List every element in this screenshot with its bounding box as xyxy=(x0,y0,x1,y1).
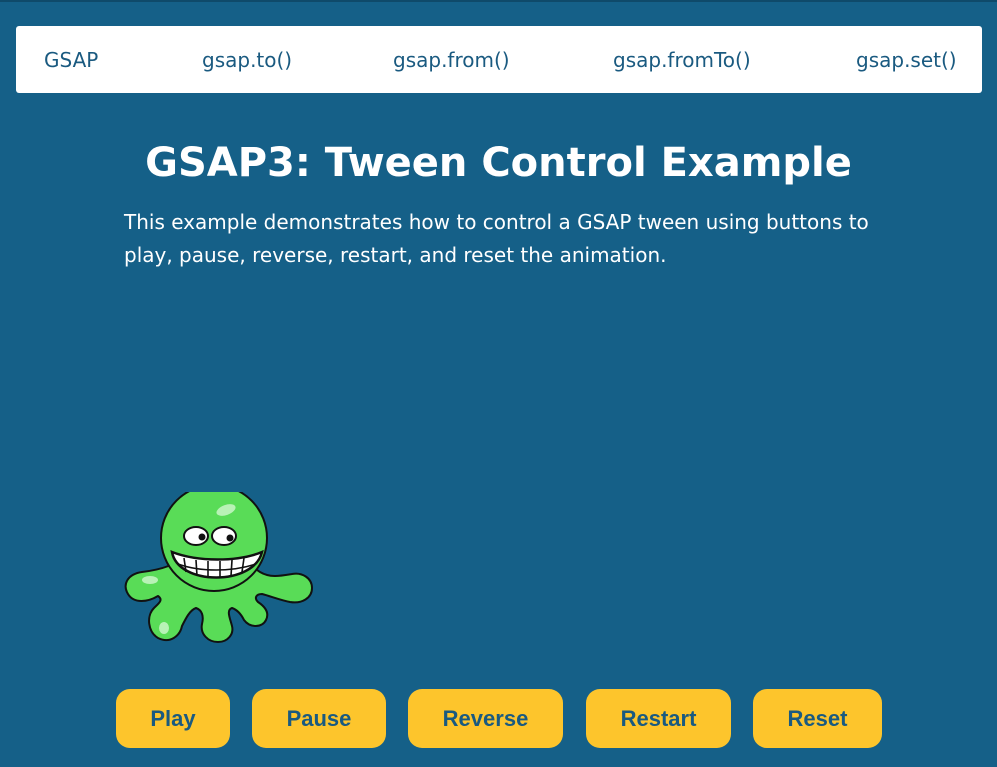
nav-link-gsap-fromto[interactable]: gsap.fromTo() xyxy=(613,48,751,72)
page-title: GSAP3: Tween Control Example xyxy=(145,140,852,186)
page-description: This example demonstrates how to control… xyxy=(124,210,869,267)
nav-link-gsap-from[interactable]: gsap.from() xyxy=(393,48,510,72)
play-button[interactable]: Play xyxy=(116,689,230,748)
pause-button[interactable]: Pause xyxy=(252,689,386,748)
green-octopus-icon xyxy=(124,492,313,643)
nav-brand-link[interactable]: GSAP xyxy=(44,48,98,72)
restart-button[interactable]: Restart xyxy=(586,689,731,748)
reverse-button[interactable]: Reverse xyxy=(408,689,563,748)
reset-button[interactable]: Reset xyxy=(753,689,882,748)
top-navigation-bar: GSAP gsap.to() gsap.from() gsap.fromTo()… xyxy=(16,26,982,93)
window-top-strip xyxy=(0,0,997,2)
nav-link-gsap-set[interactable]: gsap.set() xyxy=(856,48,957,72)
nav-link-gsap-to[interactable]: gsap.to() xyxy=(202,48,292,72)
